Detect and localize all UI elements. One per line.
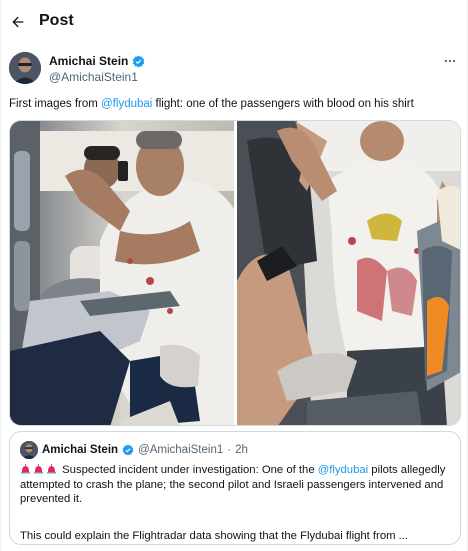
author-avatar[interactable] — [9, 52, 41, 84]
passenger-bloody-shirt-photo — [236, 121, 460, 425]
verified-badge-icon — [133, 55, 145, 67]
quoted-separator: · — [227, 444, 232, 456]
tweet-text-end: flight: one of the passengers with blood… — [152, 98, 414, 110]
more-options-button[interactable] — [443, 54, 457, 71]
back-arrow-icon — [12, 16, 24, 28]
quoted-author-handle: @AmichaiStein1 — [138, 444, 224, 456]
avatar-image — [9, 52, 41, 84]
quoted-text-start: Suspected incident under investigation: … — [59, 464, 318, 476]
photo-2[interactable] — [236, 121, 460, 425]
quoted-author-avatar — [20, 441, 38, 459]
media-grid — [9, 120, 461, 426]
author-handle[interactable]: @AmichaiStein1 — [49, 70, 138, 84]
quoted-post[interactable]: Amichai Stein @AmichaiStein1 · 2h Suspec… — [9, 431, 461, 545]
author-name-line: Amichai Stein — [49, 54, 145, 68]
siren-icon — [21, 464, 30, 474]
quoted-author-name: Amichai Stein — [42, 444, 119, 456]
quoted-timestamp: 2h — [235, 444, 248, 456]
page-header: Post — [1, 0, 468, 44]
verified-badge-icon — [122, 444, 134, 456]
author-name[interactable]: Amichai Stein — [49, 54, 128, 68]
photo-1[interactable] — [10, 121, 234, 425]
quoted-post-text: Suspected incident under investigation: … — [20, 463, 452, 507]
post-page: Post Amichai Stein @AmichaiStein1 First … — [0, 0, 468, 551]
page-title: Post — [39, 12, 74, 29]
mention-link[interactable]: @flydubai — [101, 98, 152, 110]
back-button[interactable] — [7, 11, 29, 33]
siren-icon — [34, 464, 43, 474]
post-author: Amichai Stein @AmichaiStein1 — [9, 52, 461, 90]
passenger-on-phone-photo — [10, 121, 234, 425]
quoted-mention-link[interactable]: @flydubai — [318, 464, 368, 476]
tweet-text-start: First images from — [9, 98, 102, 110]
quoted-avatar-image — [20, 441, 38, 459]
siren-icon — [47, 464, 56, 474]
quoted-post-text-continued: This could explain the Flightradar data … — [20, 530, 409, 542]
more-horizontal-icon — [444, 59, 456, 63]
quoted-post-header: Amichai Stein @AmichaiStein1 · 2h — [20, 441, 248, 459]
tweet-text: First images from @flydubai flight: one … — [9, 97, 461, 112]
